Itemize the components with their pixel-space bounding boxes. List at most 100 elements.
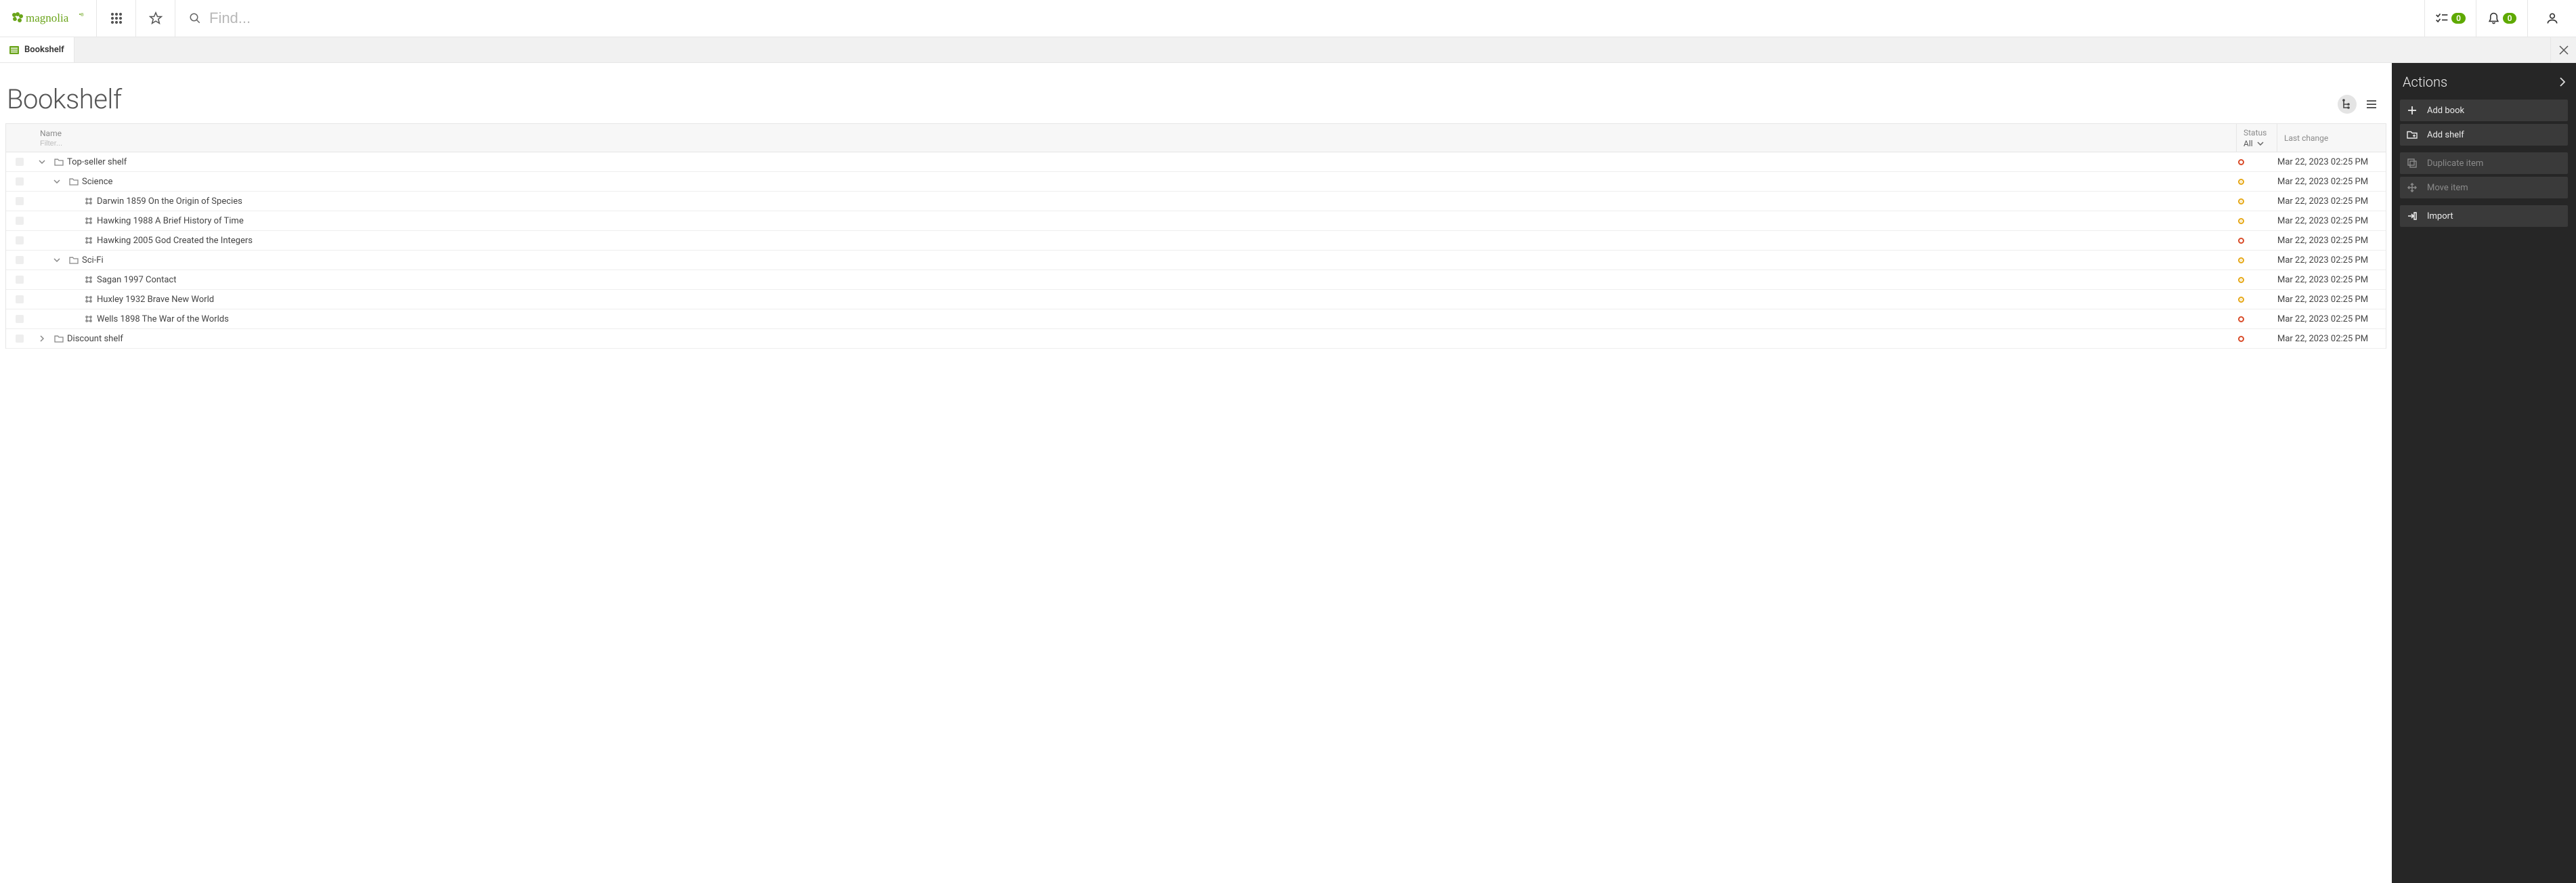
name-filter-input[interactable] xyxy=(40,139,2229,148)
list-view-icon xyxy=(2366,99,2377,110)
row-name: Discount shelf xyxy=(67,334,123,344)
cell-name: Hawking 2005 God Created the Integers xyxy=(33,236,2237,246)
global-search xyxy=(175,0,2424,37)
table-row[interactable]: Sci-Fi Mar 22, 2023 02:25 PM xyxy=(6,251,2386,270)
status-indicator xyxy=(2238,179,2244,185)
app-icon xyxy=(9,46,19,54)
cell-status xyxy=(2237,277,2277,283)
chevron-down-icon xyxy=(2257,142,2264,146)
cell-lastchange: Mar 22, 2023 02:25 PM xyxy=(2277,236,2386,246)
col-lastchange[interactable]: Last change xyxy=(2277,124,2386,152)
content-header: Bookshelf xyxy=(5,70,2386,123)
row-name: Sagan 1997 Contact xyxy=(97,275,176,285)
svg-text:®: ® xyxy=(81,13,84,18)
status-indicator xyxy=(2238,218,2244,224)
svg-text:magnolia: magnolia xyxy=(26,12,69,24)
tab-bookshelf[interactable]: Bookshelf xyxy=(0,37,74,62)
expander-icon[interactable] xyxy=(33,335,51,342)
tasks-button[interactable]: 0 xyxy=(2424,0,2476,37)
table-row[interactable]: Huxley 1932 Brave New World Mar 22, 2023… xyxy=(6,290,2386,309)
search-input[interactable] xyxy=(209,9,2424,27)
expander-icon[interactable] xyxy=(48,258,66,262)
tab-close-button[interactable] xyxy=(2550,37,2576,62)
cell-lastchange: Mar 22, 2023 02:25 PM xyxy=(2277,255,2386,265)
cell-status xyxy=(2237,336,2277,342)
table-row[interactable]: Top-seller shelf Mar 22, 2023 02:25 PM xyxy=(6,152,2386,172)
cell-status xyxy=(2237,218,2277,224)
action-add-book[interactable]: Add book xyxy=(2400,100,2568,121)
table-row[interactable]: Hawking 2005 God Created the Integers Ma… xyxy=(6,231,2386,251)
view-tree-button[interactable] xyxy=(2338,95,2357,114)
notifications-button[interactable]: 0 xyxy=(2476,0,2527,37)
status-indicator xyxy=(2238,159,2244,165)
row-name: Huxley 1932 Brave New World xyxy=(97,295,214,305)
status-indicator xyxy=(2238,316,2244,322)
row-name: Science xyxy=(82,177,112,187)
import-icon xyxy=(2407,211,2418,221)
node-icon xyxy=(81,236,97,244)
table-row[interactable]: Science Mar 22, 2023 02:25 PM xyxy=(6,172,2386,192)
table-row[interactable]: Discount shelf Mar 22, 2023 02:25 PM xyxy=(6,329,2386,349)
expander-icon[interactable] xyxy=(33,160,51,164)
tree-view-icon xyxy=(2342,99,2353,110)
cell-status xyxy=(2237,198,2277,204)
row-selector[interactable] xyxy=(6,177,33,186)
content-table: Name Status All Last change xyxy=(5,123,2386,349)
favorites-button[interactable] xyxy=(136,0,175,37)
col-status-label: Status xyxy=(2244,128,2270,137)
row-selector[interactable] xyxy=(6,335,33,343)
cell-name: Sagan 1997 Contact xyxy=(33,275,2237,285)
row-selector[interactable] xyxy=(6,236,33,244)
expander-icon[interactable] xyxy=(48,179,66,184)
status-indicator xyxy=(2238,297,2244,303)
cell-lastchange: Mar 22, 2023 02:25 PM xyxy=(2277,157,2386,167)
view-toggles xyxy=(2338,95,2386,115)
tab-strip: Bookshelf xyxy=(0,37,2576,63)
cell-status xyxy=(2237,238,2277,244)
cell-name: Discount shelf xyxy=(33,334,2237,344)
view-list-button[interactable] xyxy=(2362,95,2381,114)
cell-name: Top-seller shelf xyxy=(33,157,2237,167)
folder-icon xyxy=(66,177,82,186)
action-add-shelf[interactable]: Add shelf xyxy=(2400,124,2568,146)
app-launcher-button[interactable] xyxy=(97,0,136,37)
node-icon xyxy=(81,217,97,225)
cell-name: Sci-Fi xyxy=(33,255,2237,265)
row-name: Wells 1898 The War of the Worlds xyxy=(97,314,229,324)
search-icon xyxy=(189,12,201,24)
user-menu-button[interactable] xyxy=(2527,0,2576,37)
node-icon xyxy=(81,315,97,323)
cell-name: Darwin 1859 On the Origin of Species xyxy=(33,196,2237,207)
brand-logo[interactable]: magnolia ® xyxy=(0,0,97,37)
user-icon xyxy=(2546,12,2559,25)
cell-status xyxy=(2237,179,2277,185)
folder-icon xyxy=(66,256,82,264)
table-row[interactable]: Sagan 1997 Contact Mar 22, 2023 02:25 PM xyxy=(6,270,2386,290)
folder-icon xyxy=(51,158,67,166)
row-selector[interactable] xyxy=(6,315,33,323)
col-select xyxy=(6,124,33,152)
node-icon xyxy=(81,276,97,284)
table-row[interactable]: Darwin 1859 On the Origin of Species Mar… xyxy=(6,192,2386,211)
row-selector[interactable] xyxy=(6,158,33,166)
status-filter-value[interactable]: All xyxy=(2244,139,2253,148)
cell-lastchange: Mar 22, 2023 02:25 PM xyxy=(2277,216,2386,226)
tab-label: Bookshelf xyxy=(24,45,64,55)
row-selector[interactable] xyxy=(6,256,33,264)
col-name[interactable]: Name xyxy=(33,124,2237,152)
row-selector[interactable] xyxy=(6,197,33,205)
bell-icon xyxy=(2487,12,2500,25)
action-import[interactable]: Import xyxy=(2400,205,2568,227)
row-selector[interactable] xyxy=(6,217,33,225)
table-row[interactable]: Hawking 1988 A Brief History of Time Mar… xyxy=(6,211,2386,231)
node-icon xyxy=(81,295,97,303)
action-group: Add book Add shelf xyxy=(2392,100,2576,146)
row-selector[interactable] xyxy=(6,295,33,303)
duplicate-icon xyxy=(2407,158,2418,168)
col-status[interactable]: Status All xyxy=(2237,124,2277,152)
node-icon xyxy=(81,197,97,205)
table-row[interactable]: Wells 1898 The War of the Worlds Mar 22,… xyxy=(6,309,2386,329)
row-selector[interactable] xyxy=(6,276,33,284)
chevron-right-icon[interactable] xyxy=(2560,77,2565,87)
page-title: Bookshelf xyxy=(7,83,122,115)
